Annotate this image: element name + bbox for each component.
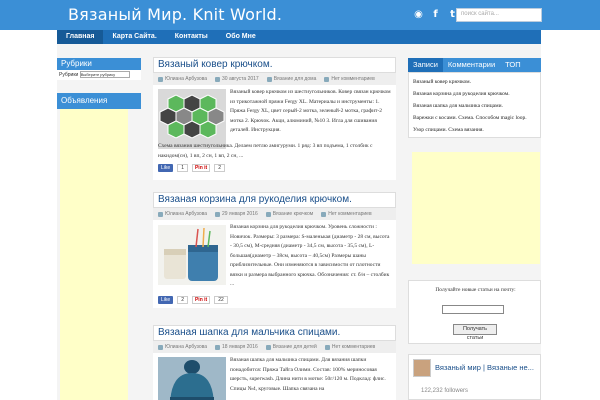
post-comments[interactable]: Нет комментариев	[332, 341, 375, 353]
facebook-widget: Вязаный мир | Вязаные не... 122,232 foll…	[408, 354, 541, 400]
calendar-icon	[215, 76, 221, 82]
post-body-2: Вязаная корзина для рукоделия крючком. У…	[153, 220, 396, 308]
ads-banner-left[interactable]	[60, 109, 128, 400]
tab-top[interactable]: ТОП	[500, 58, 525, 72]
post-meta-3: Юлиана Арбузова 18 января 2016 Вязание д…	[153, 341, 396, 353]
rubrics-row: Рубрики Выберите рубрику	[57, 70, 141, 80]
rubrics-label: Рубрики	[59, 72, 79, 78]
rubrics-title: Рубрики	[57, 58, 141, 70]
social-links: ◉ f t	[413, 9, 458, 20]
post-comments[interactable]: Нет комментариев	[328, 208, 371, 220]
rug-thumbnail[interactable]	[158, 89, 226, 149]
author-icon	[158, 76, 163, 82]
search-input[interactable]: поиск сайта...	[456, 8, 542, 22]
rss-icon[interactable]: ◉	[413, 9, 424, 20]
site-title[interactable]: Вязаный Мир. Knit World.	[68, 5, 282, 24]
post-excerpt-2: Вязаная корзина для рукоделия крючком. У…	[230, 224, 390, 287]
like-count: 1	[177, 164, 188, 172]
list-item[interactable]: Узор спицами. Схема вязания.	[413, 124, 536, 136]
hat-thumbnail[interactable]	[158, 357, 226, 400]
calendar-icon	[215, 344, 221, 350]
recent-posts-list: Вязаный ковер крючком. Вязаная корзина д…	[408, 72, 541, 138]
list-item[interactable]: Вязаная шапка для мальчика спицами.	[413, 100, 536, 112]
fb-page-name[interactable]: Вязаный мир | Вязаные не...	[435, 363, 534, 372]
fb-like-button[interactable]: Like	[158, 296, 174, 304]
list-item[interactable]: Варежки с косами. Схема. Способом magic …	[413, 112, 536, 124]
share-row-1: Like 1 Pin it 2	[158, 164, 225, 172]
post-title-3[interactable]: Вязаная шапка для мальчика спицами.	[153, 325, 396, 341]
tab-comments[interactable]: Комментарии	[443, 58, 500, 72]
comment-icon	[324, 344, 330, 350]
pin-count: 22	[214, 296, 228, 304]
post-excerpt-1-cont: Схема вязания шестиугольника. Делаем пет…	[158, 143, 373, 159]
folder-icon	[266, 76, 272, 82]
post-excerpt-3: Вязаная шапка для мальчика спицами. Для …	[230, 357, 386, 392]
post-excerpt-1: Вязаный ковер крючком из шестиугольников…	[230, 89, 391, 133]
pin-count: 2	[214, 164, 225, 172]
list-item[interactable]: Вязаный ковер крючком.	[413, 76, 536, 88]
post-date: 30 августа 2017	[222, 76, 259, 82]
folder-icon	[265, 211, 271, 217]
pin-button[interactable]: Pin it	[191, 296, 211, 304]
post-body-1: Вязаный ковер крючком из шестиугольников…	[153, 85, 396, 180]
folder-icon	[265, 344, 271, 350]
main-nav: Главная Карта Сайта. Контакты Обо Мне	[57, 30, 541, 44]
subscribe-email-input[interactable]	[442, 305, 504, 314]
pin-button[interactable]: Pin it	[191, 164, 211, 172]
tab-posts[interactable]: Записи	[408, 58, 443, 72]
subscribe-label: Получайте новые статьи на почту:	[435, 287, 516, 293]
post-body-3: Вязаная шапка для мальчика спицами. Для …	[153, 353, 396, 400]
post-title-1[interactable]: Вязаный ковер крючком.	[153, 57, 396, 73]
post-category[interactable]: Вязание для дома	[274, 73, 317, 85]
comment-icon	[321, 211, 327, 217]
author-icon	[158, 211, 163, 217]
avatar[interactable]	[413, 359, 431, 377]
post-author[interactable]: Юлиана Арбузова	[165, 208, 207, 220]
list-item[interactable]: Вязаная корзина для рукоделия крючком.	[413, 88, 536, 100]
post-category[interactable]: Вязание крючком	[273, 208, 313, 220]
posts-tabs: Записи Комментарии ТОП	[408, 58, 541, 72]
post-author[interactable]: Юлиана Арбузова	[165, 341, 207, 353]
nav-about[interactable]: Обо Мне	[217, 30, 265, 44]
post-title-2[interactable]: Вязаная корзина для рукоделия крючком.	[153, 192, 396, 208]
post-date: 18 января 2016	[222, 344, 258, 350]
share-row-2: Like 2 Pin it 22	[158, 296, 228, 304]
post-date: 29 января 2016	[222, 211, 258, 217]
calendar-icon	[215, 211, 221, 217]
post-comments[interactable]: Нет комментариев	[331, 73, 374, 85]
fb-followers: 122,232 followers	[421, 388, 469, 394]
ads-title: Объявления	[57, 93, 141, 109]
subscribe-button[interactable]: Получать статьи	[453, 324, 497, 341]
fb-like-button[interactable]: Like	[158, 164, 174, 172]
subscribe-widget: Получайте новые статьи на почту: Получат…	[408, 280, 541, 344]
author-icon	[158, 344, 163, 350]
post-meta-1: Юлиана Арбузова 30 августа 2017 Вязание …	[153, 73, 396, 85]
rubrics-select[interactable]: Выберите рубрику	[79, 71, 130, 79]
nav-home[interactable]: Главная	[57, 30, 104, 44]
post-meta-2: Юлиана Арбузова 29 января 2016 Вязание к…	[153, 208, 396, 220]
basket-thumbnail[interactable]	[158, 224, 226, 286]
like-count: 2	[177, 296, 188, 304]
nav-contacts[interactable]: Контакты	[166, 30, 217, 44]
site-header: Вязаный Мир. Knit World. ◉ f t поиск сай…	[0, 0, 600, 30]
post-author[interactable]: Юлиана Арбузова	[165, 73, 207, 85]
ads-banner-right[interactable]	[412, 152, 540, 264]
comment-icon	[324, 76, 330, 82]
post-category[interactable]: Вязание для детей	[273, 341, 317, 353]
nav-sitemap[interactable]: Карта Сайта.	[103, 30, 165, 44]
facebook-icon[interactable]: f	[430, 9, 441, 20]
